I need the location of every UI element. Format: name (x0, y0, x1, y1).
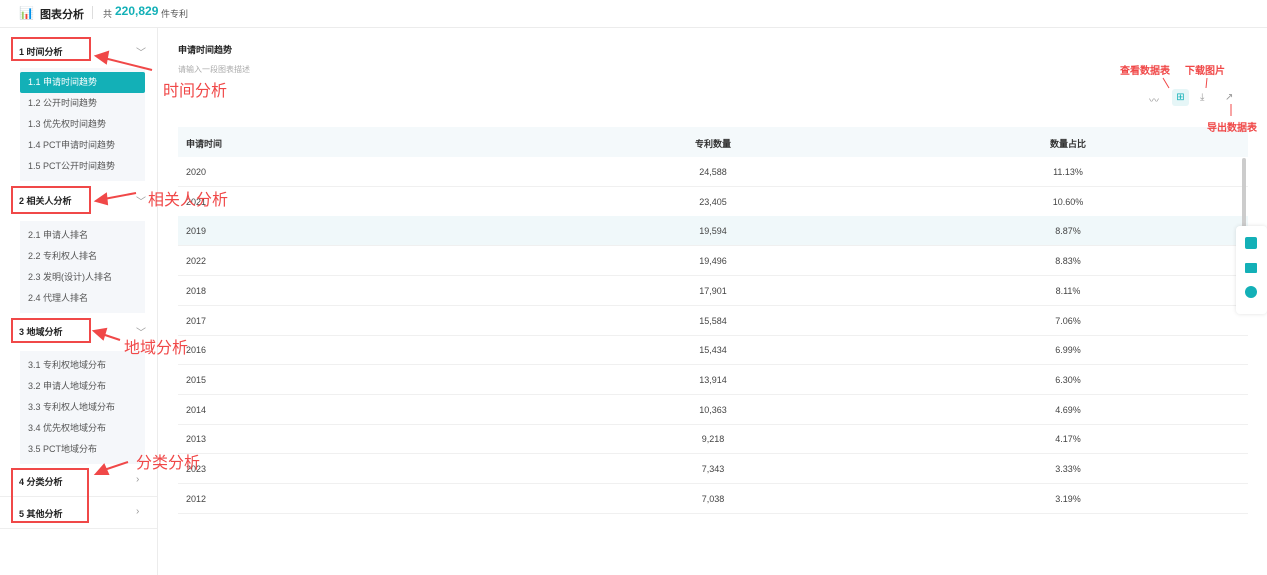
annotation-label: 分类分析 (136, 455, 201, 472)
annotation-label: 查看数据表 (1120, 66, 1170, 77)
annotation-label: 地域分析 (124, 340, 189, 357)
annotation-label: 下载图片 (1185, 66, 1225, 77)
annotation-label: 时间分析 (163, 83, 228, 100)
annotation-label: 相关人分析 (148, 192, 229, 209)
annotation-label: 导出数据表 (1207, 123, 1257, 134)
